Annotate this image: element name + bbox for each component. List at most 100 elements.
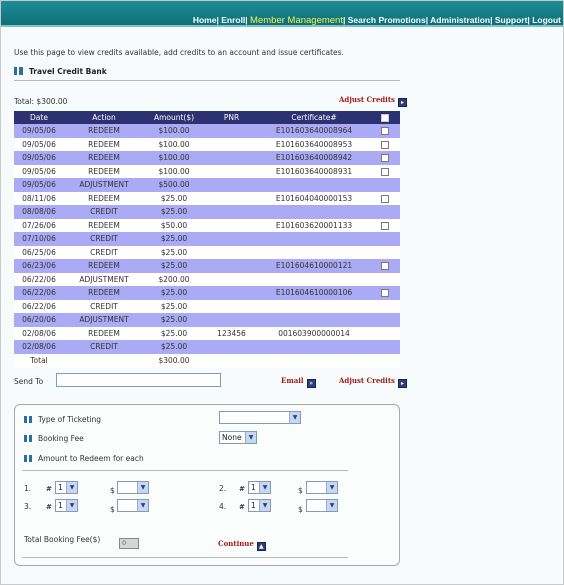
row-select-checkbox[interactable] [380,154,389,163]
row-select-checkbox[interactable] [380,167,389,176]
chevron-down-icon[interactable]: ▼ [326,482,337,493]
slot-2-amount-select[interactable]: ▼ [306,481,338,494]
table-row: 07/10/06 CREDIT $25.00 [14,232,400,246]
slot-3-quantity-value: 1 [58,501,63,510]
cell-pnr: 123456 [204,326,259,340]
slot-4-amount-select[interactable]: ▼ [306,499,338,512]
email-icon[interactable]: » [306,379,316,388]
cell-pnr [204,259,259,273]
table-row: 06/25/06 CREDIT $25.00 [14,245,400,259]
cell-pnr [204,124,259,138]
send-to-label: Send To [14,377,44,386]
email-button[interactable]: Email» [281,376,316,388]
email-label[interactable]: Email [281,376,304,385]
row-select-checkbox[interactable] [380,140,389,149]
slot-1-number: 1. [24,484,32,493]
slot-2-quantity-select[interactable]: 1 ▼ [248,481,271,494]
cell-date: 09/05/06 [14,151,64,165]
amount-to-redeem-text: Amount to Redeem for each [38,454,144,463]
col-action: Action [64,111,144,124]
continue-icon[interactable]: ▲ [256,542,266,551]
cell-amount: $25.00 [144,191,204,205]
row-select-checkbox[interactable] [380,262,389,271]
cell-action: REDEEM [64,286,144,300]
slot-1-quantity-select[interactable]: 1 ▼ [55,481,78,494]
adjust-credits-link[interactable]: Adjust Credits ▸ [339,95,407,107]
nav-member-management[interactable]: Member Management [250,15,343,26]
adjust-credits-icon[interactable]: ▸ [398,98,407,107]
slot-3-quantity-select[interactable]: 1 ▼ [55,499,78,512]
slot-1-amount-select[interactable]: ▼ [117,481,149,494]
chevron-down-icon[interactable]: ▼ [289,412,300,423]
nav-home[interactable]: Home| [193,15,219,25]
cell-date: 09/05/06 [14,124,64,138]
continue-label[interactable]: Continue [218,539,254,548]
cell-date: 06/22/06 [14,286,64,300]
total-spacer [64,353,144,367]
cell-certificate [259,232,369,246]
cell-select [369,326,400,340]
cell-action: CREDIT [64,245,144,259]
nav-separator: | [425,15,429,25]
col-pnr: PNR [204,111,259,124]
slot-4-quantity-select[interactable]: 1 ▼ [248,499,271,512]
row-select-checkbox[interactable] [380,289,389,298]
cell-amount: $25.00 [144,299,204,313]
row-select-checkbox[interactable] [380,127,389,136]
nav-enroll[interactable]: Enroll| [221,15,247,25]
nav-support[interactable]: Support| [495,15,530,25]
cell-amount: $500.00 [144,178,204,192]
total-booking-fee-label: Total Booking Fee($) [24,535,101,544]
cell-action: REDEEM [64,218,144,232]
cell-amount: $25.00 [144,205,204,219]
cell-certificate: E101603640008964 [259,124,369,138]
cell-action: REDEEM [64,259,144,273]
table-row: 02/08/06 REDEEM $25.00 123456 00160390000001… [14,326,400,340]
chevron-down-icon[interactable]: ▼ [245,432,256,443]
cell-date: 07/10/06 [14,232,64,246]
row-select-checkbox[interactable] [380,194,389,203]
cell-amount: $25.00 [144,326,204,340]
cell-certificate: E101603640008942 [259,151,369,165]
field-icon [24,435,32,442]
select-all-checkbox[interactable] [380,114,389,122]
nav-search-promotions[interactable]: Search Promotions [348,15,426,25]
chevron-down-icon[interactable]: ▼ [137,500,148,511]
cell-date: 09/05/06 [14,164,64,178]
continue-button[interactable]: Continue ▲ [218,539,266,551]
page-instructions: Use this page to view credits available,… [14,48,344,57]
cell-amount: $25.00 [144,232,204,246]
slot-4-quantity-value: 1 [251,501,256,510]
table-row: 06/22/06 ADJUSTMENT $200.00 [14,272,400,286]
table-body: 09/05/06 REDEEM $100.00 E101603640008964 09/… [14,124,400,367]
chevron-down-icon[interactable]: ▼ [259,482,270,493]
type-of-ticketing-select[interactable]: ▼ [219,411,301,424]
cell-date: 02/08/06 [14,340,64,354]
cell-certificate: 001603900000014 [259,326,369,340]
adjust-credits-link-bottom[interactable]: Adjust Credits ▸ [339,376,407,388]
chevron-down-icon[interactable]: ▼ [66,500,77,511]
slot-2-quantity-value: 1 [251,483,256,492]
chevron-down-icon[interactable]: ▼ [326,500,337,511]
adjust-credits-icon[interactable]: ▸ [398,379,407,388]
send-to-input[interactable] [56,373,221,387]
cell-amount: $25.00 [144,245,204,259]
slot-1-hash: # [46,485,51,493]
chevron-down-icon[interactable]: ▼ [259,500,270,511]
nav-logout[interactable]: Logout [532,15,561,25]
slot-3-dollar: $ [110,505,115,514]
cell-pnr [204,205,259,219]
table-row: 06/22/06 REDEEM $25.00 E101604610000106 [14,286,400,300]
slot-3-amount-select[interactable]: ▼ [117,499,149,512]
cell-select [369,191,400,205]
cell-amount: $100.00 [144,137,204,151]
row-select-checkbox[interactable] [380,221,389,230]
booking-fee-select[interactable]: None ▼ [219,431,257,444]
booking-fee-value: None [222,433,242,442]
nav-links: Home| Enroll| Member Management | Search … [193,15,561,26]
nav-administration[interactable]: Administration| [430,15,492,25]
adjust-credits-label[interactable]: Adjust Credits [339,376,395,385]
chevron-down-icon[interactable]: ▼ [137,482,148,493]
adjust-credits-label[interactable]: Adjust Credits [339,95,395,104]
chevron-down-icon[interactable]: ▼ [66,482,77,493]
